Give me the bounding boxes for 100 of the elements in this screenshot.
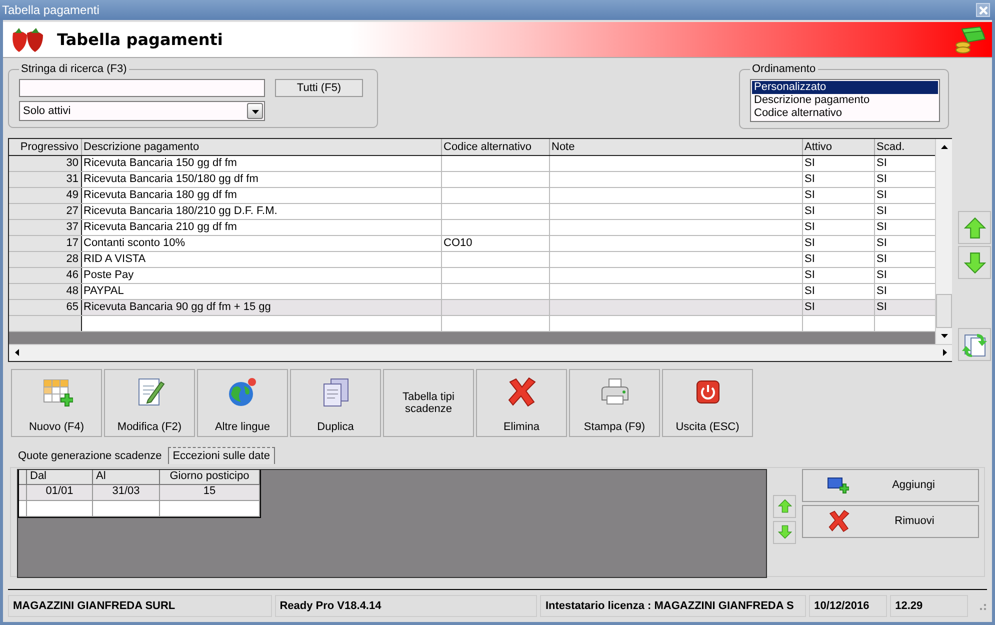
table-row[interactable]: 46 Poste Pay SI SI	[9, 267, 935, 283]
monitor-add-icon	[827, 476, 849, 494]
table-cell: SI	[802, 235, 874, 251]
printer-icon	[598, 376, 630, 408]
filter-dropdown[interactable]: Solo attivi	[19, 101, 265, 121]
table-cell: Ricevuta Bancaria 180 gg df fm	[81, 187, 441, 203]
status-field: Ready Pro V18.4.14	[274, 594, 538, 616]
table-cell: Ricevuta Bancaria 150 gg df fm	[81, 155, 441, 171]
scrollbar-thumb[interactable]	[936, 294, 952, 328]
table-cell: SI	[802, 155, 874, 171]
horizontal-scrollbar[interactable]	[9, 344, 952, 360]
table-row[interactable]: 17 Contanti sconto 10% CO10 SI SI	[9, 235, 935, 251]
table-row[interactable]: 27 Ricevuta Bancaria 180/210 gg D.F. F.M. SI SI	[9, 203, 935, 219]
table-row[interactable]: 49 Ricevuta Bancaria 180 gg df fm SI SI	[9, 187, 935, 203]
documents-refresh-icon	[962, 332, 988, 358]
ordering-option[interactable]: Codice alternativo	[752, 107, 938, 120]
header-corner	[19, 470, 27, 484]
tab[interactable]: Eccezioni sulle date	[168, 446, 275, 464]
ordering-option[interactable]: Descrizione pagamento	[752, 94, 938, 107]
table-cell: RID A VISTA	[81, 251, 441, 267]
money-icon	[954, 24, 986, 54]
table-cell: SI	[802, 299, 874, 315]
table-cell: 65	[9, 299, 81, 315]
table-row[interactable]: 28 RID A VISTA SI SI	[9, 251, 935, 267]
ordering-option[interactable]: Personalizzato	[752, 81, 938, 94]
down-caret-icon	[940, 332, 948, 339]
table-cell: 30	[9, 155, 81, 171]
column-header[interactable]: Progressivo	[9, 139, 81, 155]
header-title: Tabella pagamenti	[57, 30, 224, 49]
toolbar-button[interactable]: Elimina	[476, 368, 567, 436]
close-icon	[978, 6, 988, 14]
table-cell: Ricevuta Bancaria 90 gg df fm + 15 gg	[81, 299, 441, 315]
vertical-scrollbar[interactable]	[935, 139, 952, 344]
table-cell: SI	[802, 267, 874, 283]
table-cell: SI	[802, 171, 874, 187]
tab[interactable]: Quote generazione scadenze	[14, 448, 166, 464]
row-marker[interactable]	[19, 484, 27, 500]
column-header[interactable]: Codice alternativo	[441, 139, 549, 155]
column-header[interactable]: Descrizione pagamento	[81, 139, 441, 155]
table-cell: 28	[9, 251, 81, 267]
column-header[interactable]: Attivo	[802, 139, 874, 155]
move-down-button[interactable]	[773, 520, 796, 544]
toolbar-button[interactable]: Tabella tipi scadenze	[383, 368, 474, 436]
cross-icon	[827, 509, 851, 533]
table-cell: SI	[802, 283, 874, 299]
column-header[interactable]: Giorno posticipo	[160, 470, 260, 484]
table-cell: 37	[9, 219, 81, 235]
remove-button[interactable]: Rimuovi	[802, 504, 979, 538]
toolbar-button[interactable]: Nuovo (F4)	[11, 368, 102, 436]
close-button[interactable]	[976, 3, 990, 17]
table-cell: Ricevuta Bancaria 150/180 gg df fm	[81, 171, 441, 187]
up-arrow-icon	[778, 499, 792, 513]
table-row[interactable]: 37 Ricevuta Bancaria 210 gg df fm SI SI	[9, 219, 935, 235]
toolbar-button[interactable]: Stampa (F9)	[569, 368, 660, 436]
column-header[interactable]: Dal	[27, 470, 93, 484]
table-cell: 27	[9, 203, 81, 219]
table-cell: 31/03	[93, 484, 160, 500]
up-arrow-icon	[964, 216, 986, 238]
table-cell: PAYPAL	[81, 283, 441, 299]
ordering-label: Ordinamento	[751, 63, 817, 75]
table-row[interactable]: 31 Ricevuta Bancaria 150/180 gg df fm SI SI	[9, 171, 935, 187]
caret-icon	[252, 108, 258, 114]
column-header[interactable]: Al	[93, 470, 160, 484]
table-row[interactable]: 30 Ricevuta Bancaria 150 gg df fm SI SI	[9, 155, 935, 171]
window-title: Tabella pagamenti	[2, 3, 100, 17]
refresh-button[interactable]	[958, 328, 991, 361]
move-down-button[interactable]	[958, 246, 991, 279]
table-cell: 01/01	[27, 484, 93, 500]
right-caret-icon	[940, 349, 948, 356]
toolbar-button[interactable]: Modifica (F2)	[104, 368, 195, 436]
table-cell: SI	[802, 219, 874, 235]
left-caret-icon	[14, 349, 20, 356]
toolbar-button[interactable]: Altre lingue	[197, 368, 288, 436]
cross-icon	[506, 376, 538, 408]
status-field: MAGAZZINI GIANFREDA SURL	[8, 594, 272, 616]
table-cell: SI	[802, 187, 874, 203]
toolbar-button[interactable]: Uscita (ESC)	[662, 368, 753, 436]
column-header[interactable]: Note	[549, 139, 802, 155]
search-field[interactable]	[19, 79, 265, 97]
search-label: Stringa di ricerca (F3)	[20, 63, 128, 75]
up-caret-icon	[940, 144, 948, 150]
globe-icon	[226, 376, 258, 408]
status-field: 10/12/2016	[809, 594, 888, 616]
all-button[interactable]: Tutti (F5)	[275, 79, 363, 97]
table-cell: 46	[9, 267, 81, 283]
move-up-button[interactable]	[773, 494, 796, 518]
table-cell: 31	[9, 171, 81, 187]
table-cell: SI	[802, 251, 874, 267]
table-row[interactable]: 48 PAYPAL SI SI	[9, 283, 935, 299]
table-row[interactable]: 65 Ricevuta Bancaria 90 gg df fm + 15 gg SI SI	[9, 299, 935, 315]
status-field: 12.29	[890, 594, 968, 616]
table-cell: 15	[160, 484, 260, 500]
table-cell: SI	[802, 203, 874, 219]
add-button[interactable]: Aggiungi	[802, 468, 979, 502]
table-cell: Poste Pay	[81, 267, 441, 283]
move-up-button[interactable]	[958, 211, 991, 244]
table-cell: Ricevuta Bancaria 210 gg df fm	[81, 219, 441, 235]
toolbar-button[interactable]: Duplica	[290, 368, 381, 436]
column-header[interactable]: Scad.	[874, 139, 935, 155]
dropdown-button[interactable]	[247, 103, 263, 119]
